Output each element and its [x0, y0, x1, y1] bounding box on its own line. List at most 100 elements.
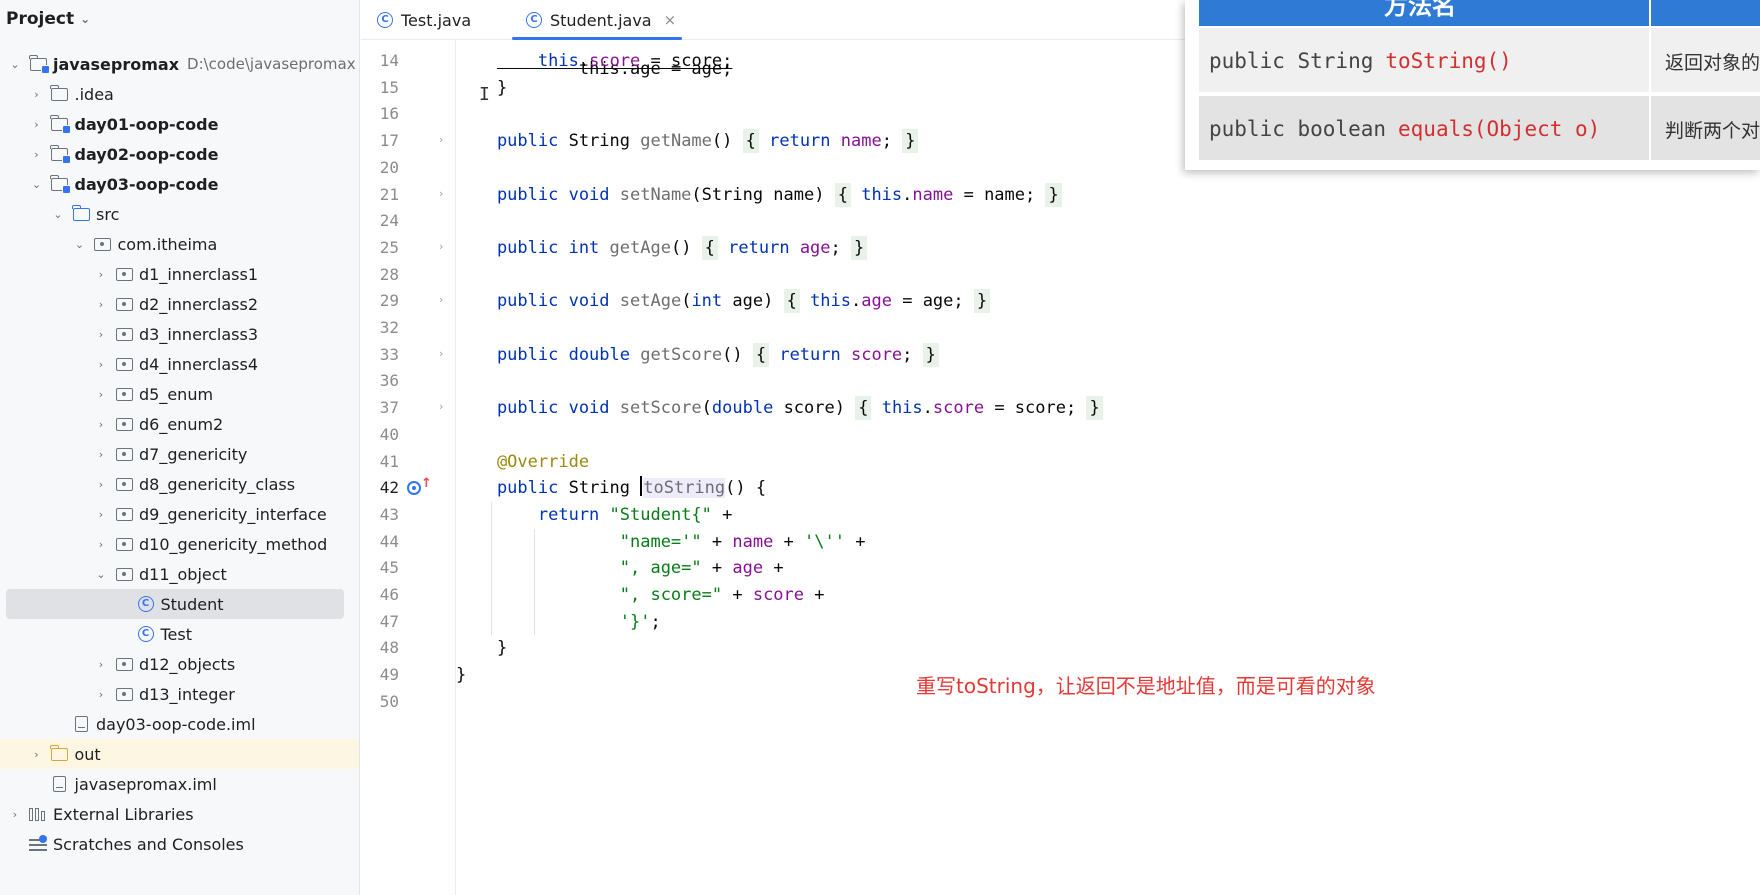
tree-item-javasepromax[interactable]: ⌄ javasepromax D:\code\javasepromax: [0, 49, 359, 79]
tree-item-label: d13_integer: [139, 684, 235, 704]
tree-item-d9-genericity-interface[interactable]: › d9_genericity_interface: [0, 499, 359, 529]
code-line: }: [456, 638, 508, 659]
tree-item-label: com.itheima: [117, 234, 218, 254]
line-number: 24: [379, 211, 399, 231]
tree-item-student[interactable]: C Student: [6, 589, 344, 619]
project-view-selector[interactable]: Project ⌄: [0, 0, 359, 38]
tree-item--idea[interactable]: › .idea: [0, 79, 359, 109]
tree-item-day02-oop-code[interactable]: › day02-oop-code: [0, 139, 359, 169]
tree-item-javasepromax-iml[interactable]: javasepromax.iml: [0, 769, 359, 799]
code-line: }: [456, 665, 467, 686]
java-class-icon: C: [526, 12, 542, 28]
code-line: public void setScore(double score) { thi…: [456, 395, 1103, 421]
chevron-right-icon[interactable]: ›: [94, 268, 108, 281]
tree-item-com-itheima[interactable]: ⌄ com.itheima: [0, 229, 359, 259]
chevron-right-icon[interactable]: ›: [94, 478, 108, 491]
chevron-down-icon[interactable]: ⌄: [94, 568, 108, 581]
chevron-right-icon[interactable]: ›: [30, 118, 44, 131]
tree-item-label: d2_innerclass2: [139, 294, 259, 314]
line-number: 32: [379, 318, 399, 337]
code-line: public int getAge() { return age; }: [456, 235, 868, 261]
tree-item-label: d3_innerclass3: [139, 324, 259, 344]
line-number: 46: [379, 585, 399, 604]
editor-gutter: 14 15 16 17 › 20 21 › 24 25 › 28 29 › 32 33 › 36 37 › 40 41 42…: [361, 40, 456, 895]
line-number: 16: [379, 104, 399, 124]
package-icon: [114, 686, 134, 702]
tree-item-out[interactable]: › out: [0, 739, 359, 769]
chevron-right-icon[interactable]: ›: [94, 448, 108, 461]
chevron-right-icon[interactable]: ›: [8, 808, 22, 821]
chevron-right-icon[interactable]: ›: [94, 658, 108, 671]
chevron-right-icon[interactable]: ›: [94, 388, 108, 401]
code-line: ", age=" + age +: [456, 558, 784, 579]
tree-item-src[interactable]: ⌄ src: [0, 199, 359, 229]
tree-item-label: src: [96, 204, 120, 224]
tree-item-d8-genericity-class[interactable]: › d8_genericity_class: [0, 469, 359, 499]
chevron-right-icon[interactable]: ›: [94, 298, 108, 311]
table-row: public String toString() 返回对象的: [1199, 28, 1760, 94]
tree-item-label: d6_enum2: [139, 414, 224, 434]
chevron-down-icon[interactable]: ⌄: [30, 178, 44, 191]
chevron-down-icon[interactable]: ⌄: [51, 208, 65, 221]
chevron-right-icon[interactable]: ›: [94, 418, 108, 431]
tree-item-d2-innerclass2[interactable]: › d2_innerclass2: [0, 289, 359, 319]
code-line: this.score = score;: [537, 51, 733, 71]
package-icon: [114, 326, 134, 342]
indent-guide: [491, 501, 492, 636]
chevron-right-icon[interactable]: ›: [94, 538, 108, 551]
java-class-icon: C: [136, 626, 156, 642]
code-line: return "Student{" +: [456, 504, 733, 525]
chevron-down-icon[interactable]: ⌄: [73, 238, 87, 251]
tree-item-label: d12_objects: [139, 654, 236, 674]
package-icon: [114, 356, 134, 372]
tree-item-label: d4_innerclass4: [139, 354, 259, 374]
fold-chevron-icon[interactable]: ›: [439, 240, 443, 253]
line-number: 45: [379, 558, 399, 578]
tree-item-d10-genericity-method[interactable]: › d10_genericity_method: [0, 529, 359, 559]
override-method-icon[interactable]: ↑: [407, 476, 432, 497]
tree-item-d1-innerclass1[interactable]: › d1_innerclass1: [0, 259, 359, 289]
chevron-right-icon[interactable]: ›: [30, 748, 44, 761]
tree-item-d6-enum2[interactable]: › d6_enum2: [0, 409, 359, 439]
tree-item-d12-objects[interactable]: › d12_objects: [0, 649, 359, 679]
tree-item-label: d7_genericity: [139, 444, 248, 464]
fold-chevron-icon[interactable]: ›: [439, 293, 443, 306]
chevron-right-icon[interactable]: ›: [94, 358, 108, 371]
tree-item-label: day01-oop-code: [74, 114, 219, 134]
tree-item-day03-oop-code[interactable]: ⌄ day03-oop-code: [0, 169, 359, 199]
chevron-right-icon[interactable]: ›: [94, 328, 108, 341]
chevron-down-icon[interactable]: ⌄: [8, 58, 22, 71]
tree-item-label: d11_object: [139, 564, 227, 584]
tree-item-day03-oop-code-iml[interactable]: day03-oop-code.iml: [0, 709, 359, 739]
tree-item-label: d10_genericity_method: [139, 534, 328, 554]
tree-item-d13-integer[interactable]: › d13_integer: [0, 679, 359, 709]
fold-chevron-icon[interactable]: ›: [439, 187, 443, 200]
tree-item-test[interactable]: C Test: [0, 619, 359, 649]
line-number: 49: [379, 665, 399, 685]
fold-chevron-icon[interactable]: ›: [439, 347, 443, 360]
line-number: 33: [379, 344, 399, 364]
tree-item-external-libraries[interactable]: › External Libraries: [0, 799, 359, 829]
chevron-right-icon[interactable]: ›: [30, 148, 44, 161]
close-icon[interactable]: ×: [664, 11, 677, 29]
tree-item-d7-genericity[interactable]: › d7_genericity: [0, 439, 359, 469]
package-icon: [114, 506, 134, 522]
tree-item-d11-object[interactable]: ⌄ d11_object: [0, 559, 359, 589]
tree-item-d3-innerclass3[interactable]: › d3_innerclass3: [0, 319, 359, 349]
source-folder-icon: [71, 204, 91, 222]
tree-item-scratches-and-consoles[interactable]: Scratches and Consoles: [0, 829, 359, 859]
line-number: 14: [379, 51, 399, 70]
fold-chevron-icon[interactable]: ›: [439, 133, 443, 146]
tree-item-d4-innerclass4[interactable]: › d4_innerclass4: [0, 349, 359, 379]
chevron-right-icon[interactable]: ›: [30, 88, 44, 101]
tree-item-d5-enum[interactable]: › d5_enum: [0, 379, 359, 409]
code-line: "name='" + name + '\'' +: [456, 531, 866, 552]
line-number: 21: [379, 184, 399, 204]
chevron-right-icon[interactable]: ›: [94, 688, 108, 701]
tree-item-day01-oop-code[interactable]: › day01-oop-code: [0, 109, 359, 139]
tree-item-label: Test: [160, 624, 193, 644]
chevron-right-icon[interactable]: ›: [94, 508, 108, 521]
code-line: public String getName() { return name; }: [456, 128, 919, 154]
package-icon: [114, 446, 134, 462]
fold-chevron-icon[interactable]: ›: [439, 400, 443, 413]
